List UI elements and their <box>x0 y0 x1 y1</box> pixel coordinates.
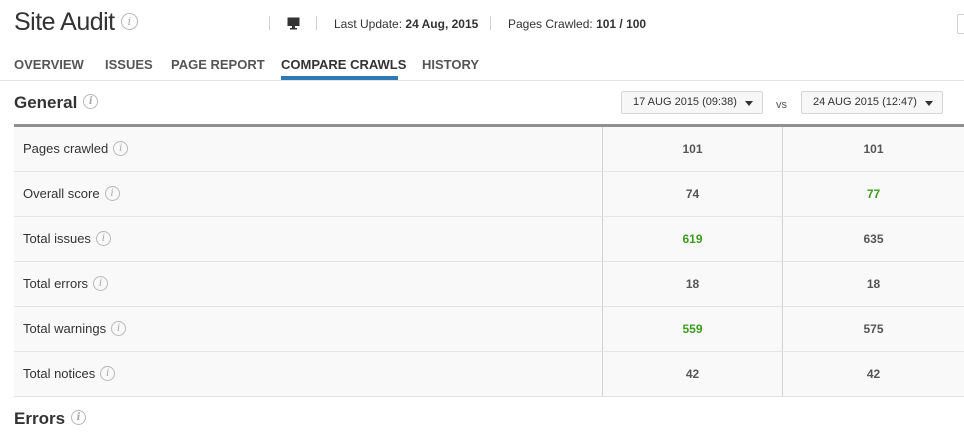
info-icon[interactable]: i <box>120 12 138 30</box>
crawl-a-select[interactable]: 17 AUG 2015 (09:38) <box>621 91 763 114</box>
header-divider <box>269 16 270 30</box>
crawl-a-value-cell: 619 <box>602 217 782 261</box>
monitor-icon[interactable] <box>287 17 300 30</box>
crawl-b-value-cell: 575 <box>782 307 964 351</box>
row-label-text: Total notices <box>23 366 96 381</box>
errors-section-title: Errors i <box>14 409 87 429</box>
crawl-b-value-cell: 18 <box>782 262 964 306</box>
general-title-text: General <box>14 93 78 112</box>
active-tab-indicator <box>281 76 398 80</box>
last-update: Last Update: 24 Aug, 2015 <box>334 17 478 31</box>
dropdown-caret-icon <box>925 101 933 106</box>
tab-history[interactable]: HISTORY <box>422 57 479 72</box>
header-divider <box>316 16 317 30</box>
row-label-text: Total issues <box>23 231 91 246</box>
crawl-b-value-cell: 635 <box>782 217 964 261</box>
row-label-text: Total warnings <box>23 321 107 336</box>
last-update-value: 24 Aug, 2015 <box>405 17 479 31</box>
tab-overview[interactable]: OVERVIEW <box>14 57 84 72</box>
page-title-text: Site Audit <box>14 8 115 36</box>
crawl-a-value: 17 AUG 2015 (09:38) <box>633 96 737 108</box>
row-label: Total warnings i <box>23 321 127 337</box>
tab-compare-crawls[interactable]: COMPARE CRAWLS <box>281 57 406 72</box>
table-row: Pages crawled i 101 101 <box>14 127 964 172</box>
info-icon[interactable]: i <box>113 141 129 157</box>
header-action-button[interactable] <box>957 14 964 34</box>
tab-page-report[interactable]: PAGE REPORT <box>171 57 265 72</box>
table-row: Overall score i 74 77 <box>14 172 964 217</box>
row-label: Pages crawled i <box>23 141 129 157</box>
pages-crawled-value: 101 / 100 <box>596 17 647 31</box>
crawl-a-value-cell: 42 <box>602 352 782 396</box>
crawl-a-value-cell: 74 <box>602 172 782 216</box>
row-label-text: Pages crawled <box>23 141 109 156</box>
info-icon[interactable]: i <box>104 186 120 202</box>
page-title: Site Audit i <box>14 8 138 37</box>
pages-crawled-label: Pages Crawled: <box>508 17 593 31</box>
crawl-b-value-cell: 77 <box>782 172 964 216</box>
info-icon[interactable]: i <box>111 321 127 337</box>
table-row: Total notices i 42 42 <box>14 352 964 397</box>
crawl-b-value-cell: 42 <box>782 352 964 396</box>
table-row: Total issues i 619 635 <box>14 217 964 262</box>
comparison-table: Pages crawled i 101 101 Overall score i 74… <box>14 124 964 397</box>
row-label: Total notices i <box>23 366 116 382</box>
info-icon[interactable]: i <box>83 94 99 110</box>
row-label: Overall score i <box>23 186 120 202</box>
last-update-label: Last Update: <box>334 17 403 31</box>
info-icon[interactable]: i <box>71 410 87 426</box>
row-label-text: Overall score <box>23 186 100 201</box>
pages-crawled: Pages Crawled: 101 / 100 <box>508 17 646 31</box>
info-icon[interactable]: i <box>100 366 116 382</box>
info-icon[interactable]: i <box>95 231 111 247</box>
crawl-a-value-cell: 18 <box>602 262 782 306</box>
crawl-a-value-cell: 559 <box>602 307 782 351</box>
site-audit-header: Site Audit i Last Update: 24 Aug, 2015 Pa… <box>0 0 964 81</box>
dropdown-caret-icon <box>745 101 753 106</box>
tab-issues[interactable]: ISSUES <box>105 57 153 72</box>
general-section-title: General i <box>14 93 99 113</box>
vs-label: vs <box>776 99 787 111</box>
info-icon[interactable]: i <box>93 276 109 292</box>
row-label: Total issues i <box>23 231 111 247</box>
table-row: Total warnings i 559 575 <box>14 307 964 352</box>
table-row: Total errors i 18 18 <box>14 262 964 307</box>
errors-title-text: Errors <box>14 409 66 428</box>
crawl-b-select[interactable]: 24 AUG 2015 (12:47) <box>801 91 943 114</box>
crawl-b-value: 24 AUG 2015 (12:47) <box>813 96 917 108</box>
crawl-a-value-cell: 101 <box>602 127 782 171</box>
header-divider <box>490 16 491 30</box>
row-label: Total errors i <box>23 276 109 292</box>
row-label-text: Total errors <box>23 276 89 291</box>
crawl-b-value-cell: 101 <box>782 127 964 171</box>
